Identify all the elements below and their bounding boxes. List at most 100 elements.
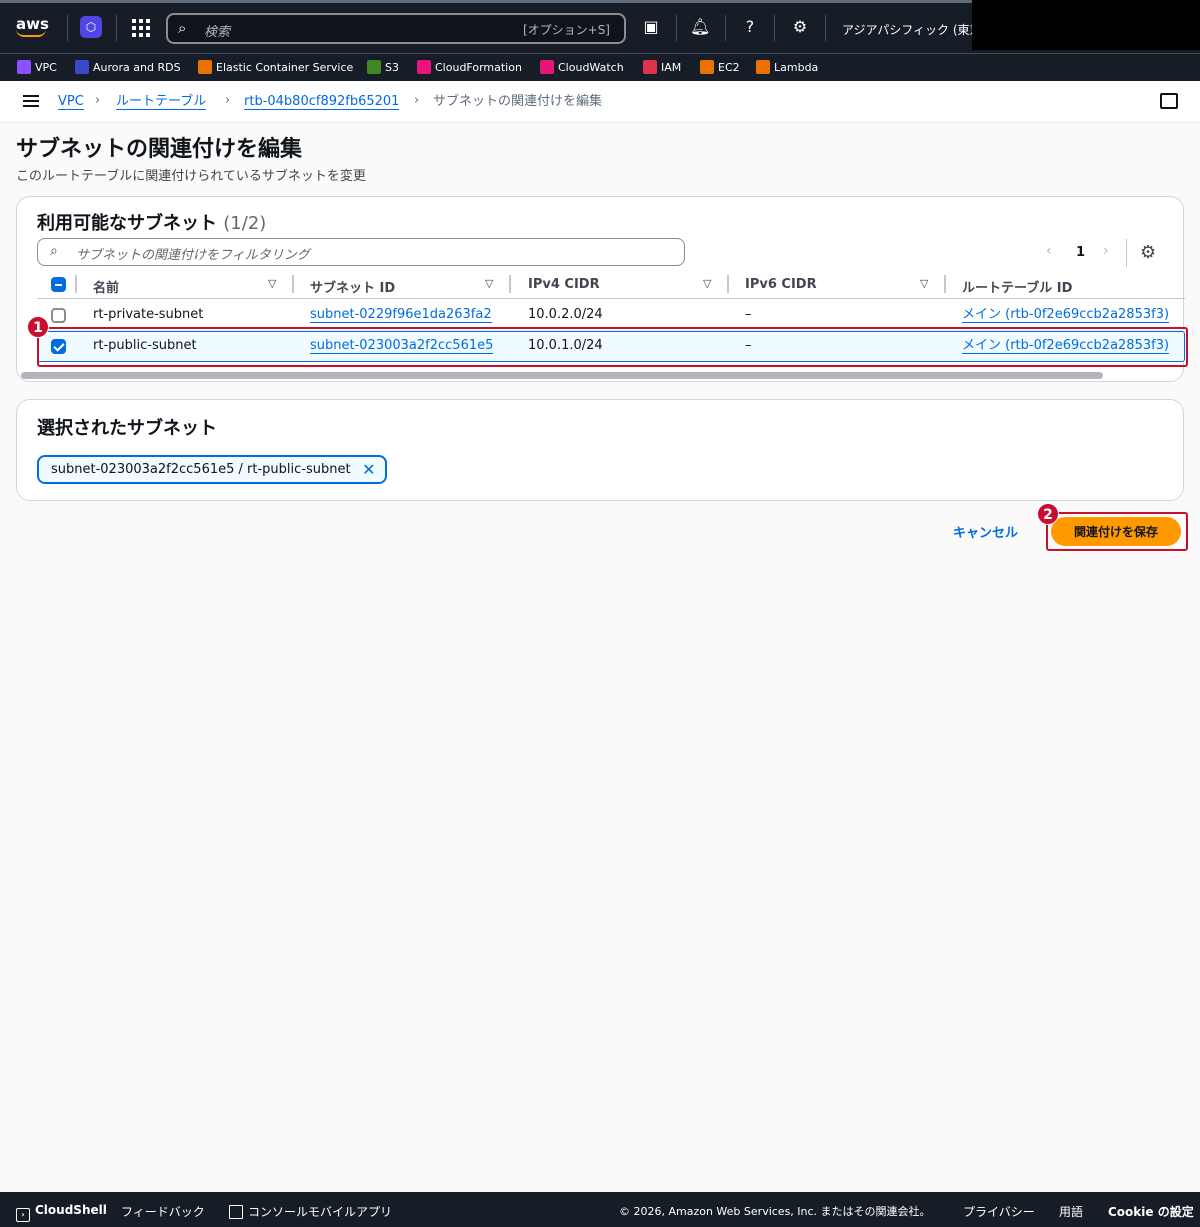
footer-privacy[interactable]: プライバシー bbox=[963, 1203, 1035, 1220]
ipv6-cidr: – bbox=[745, 307, 752, 322]
cloudformation-service-icon bbox=[417, 60, 431, 74]
search-input[interactable]: ⌕ 検索 [オプション+S] bbox=[166, 13, 626, 44]
s3-service-icon bbox=[367, 60, 381, 74]
subnet-id-link[interactable]: subnet-0229f96e1da263fa2 bbox=[310, 307, 492, 323]
console-home-icon[interactable]: ⬡ bbox=[80, 16, 102, 38]
favorite-iam[interactable]: IAM bbox=[643, 60, 681, 76]
favorite-label: Elastic Container Service bbox=[216, 61, 354, 74]
ec2-service-icon bbox=[700, 60, 714, 74]
annotation-highlight-save bbox=[1046, 512, 1188, 551]
search-placeholder: 検索 bbox=[204, 25, 231, 40]
notifications-bell-icon[interactable]: 🔔︎ bbox=[690, 17, 710, 37]
subnet-name: rt-private-subnet bbox=[93, 307, 204, 322]
breadcrumb: VPC › ルートテーブル › rtb-04b80cf892fb65201 › … bbox=[0, 81, 1200, 123]
breadcrumb-vpc[interactable]: VPC bbox=[58, 94, 84, 110]
table-preferences-gear-icon[interactable]: ⚙ bbox=[1140, 242, 1156, 263]
footer-cloudshell-label: CloudShell bbox=[35, 1203, 107, 1217]
footer-terms[interactable]: 用語 bbox=[1059, 1203, 1083, 1220]
column-name[interactable]: 名前 bbox=[93, 277, 119, 296]
sort-caret-icon[interactable]: ▽ bbox=[268, 277, 276, 290]
remove-token-close-icon[interactable]: ✕ bbox=[362, 457, 375, 482]
column-subnet-id[interactable]: サブネット ID bbox=[310, 277, 395, 296]
token-label: subnet-023003a2f2cc561e5 / rt-public-sub… bbox=[51, 462, 351, 477]
favorite-ecs[interactable]: Elastic Container Service bbox=[198, 60, 353, 76]
column-route-table-id[interactable]: ルートテーブル ID bbox=[962, 277, 1072, 296]
aws-logo-text: aws bbox=[16, 15, 49, 33]
annotation-badge-1: 1 bbox=[27, 316, 49, 338]
region-selector[interactable]: アジアパシフィック (東京) bbox=[842, 21, 986, 38]
selected-subnet-token: subnet-023003a2f2cc561e5 / rt-public-sub… bbox=[37, 455, 387, 484]
horizontal-scrollbar[interactable] bbox=[21, 372, 1103, 379]
page-title: サブネットの関連付けを編集 bbox=[16, 137, 303, 162]
favorite-label: IAM bbox=[661, 61, 682, 74]
cancel-button[interactable]: キャンセル bbox=[953, 522, 1018, 541]
cloudshell-icon[interactable]: ▣ bbox=[641, 17, 661, 37]
selected-subnets-panel: 選択されたサブネット subnet-023003a2f2cc561e5 / rt… bbox=[16, 399, 1184, 501]
panel-title-text: 利用可能なサブネット bbox=[37, 213, 217, 234]
favorite-ec2[interactable]: EC2 bbox=[700, 60, 740, 76]
route-table-link[interactable]: メイン (rtb-0f2e69ccb2a2853f3) bbox=[962, 307, 1170, 323]
select-all-checkbox[interactable] bbox=[51, 277, 66, 292]
footer-feedback[interactable]: フィードバック bbox=[121, 1203, 205, 1220]
footer-cloudshell[interactable]: › CloudShell bbox=[16, 1203, 107, 1222]
column-ipv6-cidr[interactable]: IPv6 CIDR bbox=[745, 277, 817, 292]
pagination-page-number[interactable]: 1 bbox=[1076, 245, 1085, 260]
selection-count: (1/2) bbox=[223, 213, 267, 234]
favorite-s3[interactable]: S3 bbox=[367, 60, 399, 76]
pagination-next-icon[interactable]: › bbox=[1103, 243, 1109, 259]
redacted-area bbox=[972, 0, 1200, 50]
favorite-aurora-rds[interactable]: Aurora and RDS bbox=[75, 60, 181, 76]
chevron-right-icon: › bbox=[95, 93, 101, 108]
services-grid-icon[interactable] bbox=[132, 19, 150, 37]
breadcrumb-route-table-id[interactable]: rtb-04b80cf892fb65201 bbox=[244, 94, 400, 110]
sort-caret-icon[interactable]: ▽ bbox=[485, 277, 493, 290]
footer-mobile-label: コンソールモバイルアプリ bbox=[248, 1205, 393, 1219]
external-link-icon bbox=[229, 1205, 243, 1219]
vpc-service-icon bbox=[17, 60, 31, 74]
annotation-badge-2: 2 bbox=[1037, 503, 1059, 525]
top-navigation: aws ⬡ ⌕ 検索 [オプション+S] ▣ 🔔︎ ? ⚙ アジアパシフィック … bbox=[0, 0, 1200, 53]
favorite-label: S3 bbox=[385, 61, 399, 74]
aws-logo[interactable]: aws bbox=[16, 15, 49, 37]
iam-service-icon bbox=[643, 60, 657, 74]
column-ipv4-cidr[interactable]: IPv4 CIDR bbox=[528, 277, 600, 292]
footer: › CloudShell フィードバック コンソールモバイルアプリ © 2026,… bbox=[0, 1192, 1200, 1227]
menu-hamburger-icon[interactable] bbox=[23, 95, 39, 107]
favorite-vpc[interactable]: VPC bbox=[17, 60, 57, 76]
pagination-prev-icon[interactable]: ‹ bbox=[1046, 243, 1052, 259]
search-shortcut: [オプション+S] bbox=[522, 23, 610, 37]
sort-caret-icon[interactable]: ▽ bbox=[703, 277, 711, 290]
page-description: このルートテーブルに関連付けられているサブネットを変更 bbox=[16, 169, 366, 184]
ipv4-cidr: 10.0.2.0/24 bbox=[528, 307, 603, 322]
cloudshell-icon: › bbox=[16, 1208, 30, 1222]
row-checkbox[interactable] bbox=[51, 308, 66, 323]
cloudwatch-service-icon bbox=[540, 60, 554, 74]
chevron-right-icon: › bbox=[225, 93, 231, 108]
breadcrumb-current: サブネットの関連付けを編集 bbox=[433, 94, 603, 109]
favorite-label: EC2 bbox=[718, 61, 740, 74]
selected-subnets-title: 選択されたサブネット bbox=[37, 418, 217, 439]
filter-input[interactable]: ⌕ サブネットの関連付けをフィルタリング bbox=[37, 238, 685, 266]
rds-service-icon bbox=[75, 60, 89, 74]
settings-gear-icon[interactable]: ⚙ bbox=[790, 17, 810, 37]
feedback-screen-icon[interactable] bbox=[1160, 93, 1178, 109]
footer-copyright: © 2026, Amazon Web Services, Inc. またはその関… bbox=[619, 1205, 931, 1218]
footer-mobile-app[interactable]: コンソールモバイルアプリ bbox=[229, 1203, 392, 1220]
footer-cookie-settings[interactable]: Cookie の設定 bbox=[1108, 1203, 1194, 1220]
favorite-label: Aurora and RDS bbox=[93, 61, 181, 74]
help-icon[interactable]: ? bbox=[740, 17, 760, 37]
favorite-lambda[interactable]: Lambda bbox=[756, 60, 818, 76]
chevron-right-icon: › bbox=[414, 93, 420, 108]
favorite-label: CloudFormation bbox=[435, 61, 522, 74]
sort-caret-icon[interactable]: ▽ bbox=[920, 277, 928, 290]
breadcrumb-route-tables[interactable]: ルートテーブル bbox=[116, 94, 207, 110]
filter-placeholder: サブネットの関連付けをフィルタリング bbox=[76, 248, 310, 263]
search-icon: ⌕ bbox=[178, 19, 187, 37]
favorite-cloudformation[interactable]: CloudFormation bbox=[417, 60, 522, 76]
favorite-label: Lambda bbox=[774, 61, 819, 74]
favorite-cloudwatch[interactable]: CloudWatch bbox=[540, 60, 624, 76]
favorite-label: CloudWatch bbox=[558, 61, 624, 74]
favorite-label: VPC bbox=[35, 61, 57, 74]
annotation-highlight-row bbox=[37, 327, 1188, 367]
available-subnets-title: 利用可能なサブネット (1/2) bbox=[37, 209, 266, 235]
